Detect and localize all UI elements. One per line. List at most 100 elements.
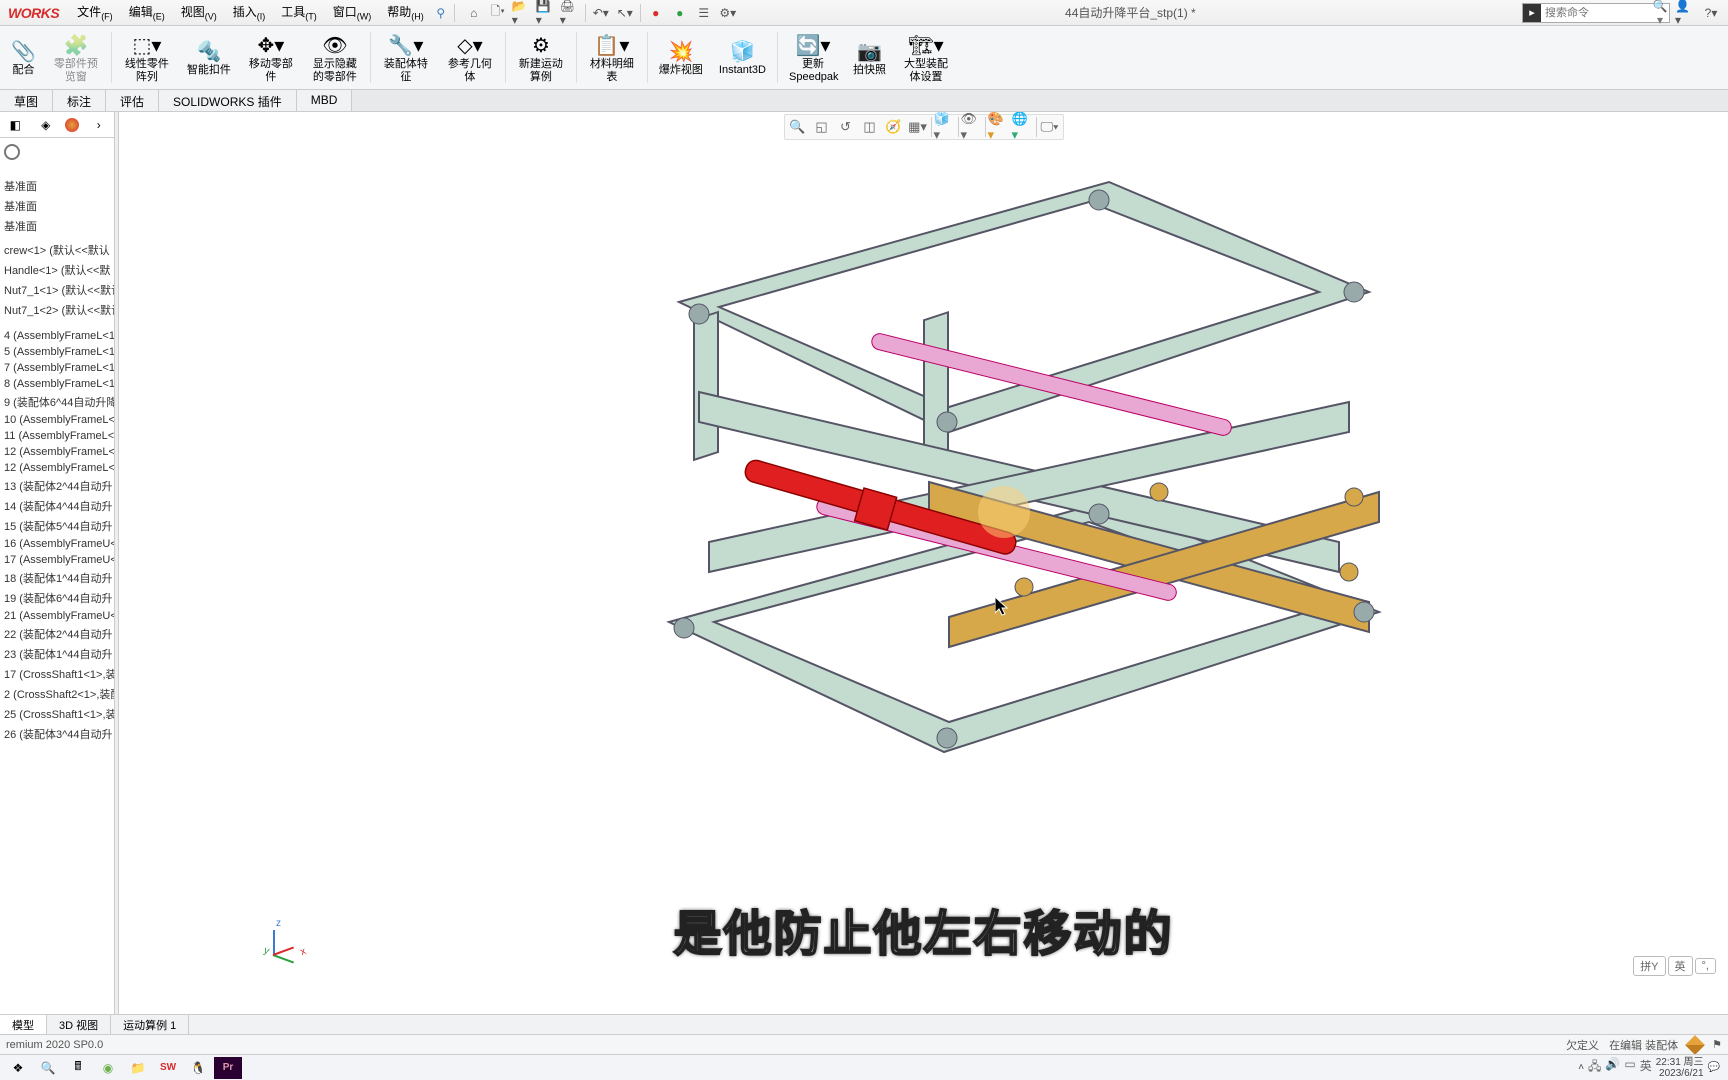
- tray-volume-icon[interactable]: 🔊: [1605, 1057, 1620, 1078]
- search-go-icon[interactable]: 🔍▾: [1651, 0, 1669, 27]
- section-view-icon[interactable]: ◫: [859, 117, 881, 137]
- tray-ime-icon[interactable]: 英: [1640, 1057, 1652, 1078]
- ribbon-new-motion[interactable]: ⚙新建运动算例: [510, 28, 572, 87]
- ribbon-instant3d[interactable]: 🧊Instant3D: [712, 28, 773, 87]
- new-icon[interactable]: 🗋▾: [487, 2, 509, 24]
- ribbon-bom[interactable]: 📋▾材料明细表: [581, 28, 643, 87]
- previous-view-icon[interactable]: ↺: [835, 117, 857, 137]
- status-flag-icon[interactable]: ⚑: [1712, 1038, 1722, 1051]
- menu-insert[interactable]: 插入(I): [227, 1, 272, 23]
- tree-item[interactable]: 4 (AssemblyFrameL<1: [0, 328, 114, 344]
- task-search-icon[interactable]: 🔍: [34, 1057, 62, 1079]
- rebuild-icon[interactable]: ●: [645, 2, 667, 24]
- tree-item[interactable]: Nut7_1<2> (默认<<默认: [0, 300, 114, 320]
- hide-show-items-icon[interactable]: 🧊▾: [934, 117, 956, 137]
- tray-notifications-icon[interactable]: 💬: [1708, 1062, 1720, 1073]
- ribbon-assembly-features[interactable]: 🔧▾装配体特征: [375, 28, 437, 87]
- tab-mbd[interactable]: MBD: [297, 90, 353, 111]
- task-browser-icon[interactable]: ◉: [94, 1057, 122, 1079]
- tab-evaluate[interactable]: 评估: [106, 90, 159, 111]
- home-icon[interactable]: ⌂: [463, 2, 485, 24]
- undo-icon[interactable]: ↶▾: [590, 2, 612, 24]
- tree-item[interactable]: 12 (AssemblyFrameL<: [0, 460, 114, 476]
- history-icon[interactable]: [4, 144, 20, 160]
- settings-icon[interactable]: ⚙▾: [717, 2, 739, 24]
- tree-item[interactable]: Nut7_1<1> (默认<<默认: [0, 280, 114, 300]
- tree-item[interactable]: 13 (装配体2^44自动升: [0, 476, 114, 496]
- print-icon[interactable]: 🖨▾: [559, 2, 581, 24]
- tree-item[interactable]: 基准面: [0, 216, 114, 236]
- menu-tools[interactable]: 工具(T): [275, 1, 323, 23]
- user-icon[interactable]: 👤▾: [1674, 2, 1696, 24]
- tab-sketch[interactable]: 草图: [0, 90, 53, 111]
- tab-plugins[interactable]: SOLIDWORKS 插件: [159, 90, 297, 111]
- fm-tab-design-tree[interactable]: ◧: [4, 114, 26, 136]
- tray-icons[interactable]: 🖧 🔊 ▭ 英: [1588, 1057, 1652, 1078]
- view-settings-icon[interactable]: 🌐▾: [1012, 117, 1034, 137]
- view-orientation-icon[interactable]: 🧭: [883, 117, 905, 137]
- menu-help[interactable]: 帮助(H): [381, 1, 430, 23]
- ribbon-smart-fastener[interactable]: 🔩智能扣件: [180, 28, 238, 87]
- tray-chevron-icon[interactable]: ˄: [1578, 1062, 1584, 1073]
- tree-item[interactable]: 18 (装配体1^44自动升: [0, 568, 114, 588]
- display-pane-icon[interactable]: 🖵▾: [1039, 117, 1061, 137]
- fm-tab-more[interactable]: ›: [88, 114, 110, 136]
- tree-item[interactable]: 基准面: [0, 176, 114, 196]
- task-qq-icon[interactable]: 🐧: [184, 1057, 212, 1079]
- tray-network-icon[interactable]: 🖧: [1588, 1057, 1601, 1078]
- ribbon-exploded-view[interactable]: 💥爆炸视图: [652, 28, 710, 87]
- tree-item[interactable]: 14 (装配体4^44自动升: [0, 496, 114, 516]
- menu-window[interactable]: 窗口(W): [327, 1, 378, 23]
- menu-view[interactable]: 视图(V): [175, 1, 223, 23]
- tree-item[interactable]: 12 (AssemblyFrameL<: [0, 444, 114, 460]
- tray-clock[interactable]: 22:31 周三2023/6/21: [1656, 1057, 1704, 1079]
- graphics-viewport[interactable]: 🔍 ◱ ↺ ◫ 🧭 ▦▾ 🧊▾ 👁▾ 🎨▾ 🌐▾ 🖵▾: [119, 112, 1728, 1034]
- pin-icon[interactable]: ⚲: [430, 2, 452, 24]
- menu-file[interactable]: 文件(F): [71, 1, 119, 23]
- ribbon-update-speedpak[interactable]: 🔄▾更新Speedpak: [782, 28, 844, 87]
- help-icon[interactable]: ?▾: [1700, 2, 1722, 24]
- start-button[interactable]: ❖: [4, 1057, 32, 1079]
- tree-item[interactable]: 17 (AssemblyFrameU<: [0, 552, 114, 568]
- tree-item[interactable]: 10 (AssemblyFrameL<: [0, 412, 114, 428]
- tree-item[interactable]: 基准面: [0, 196, 114, 216]
- select-icon[interactable]: ↖▾: [614, 2, 636, 24]
- orientation-triad[interactable]: [259, 924, 299, 964]
- tree-item[interactable]: 2 (CrossShaft2<1>,装配: [0, 684, 114, 704]
- tab-annotate[interactable]: 标注: [53, 90, 106, 111]
- apply-scene-icon[interactable]: 🎨▾: [988, 117, 1010, 137]
- feature-tree[interactable]: 基准面基准面基准面crew<1> (默认<<默认Handle<1> (默认<<默…: [0, 138, 114, 1034]
- zoom-area-icon[interactable]: ◱: [811, 117, 833, 137]
- tree-item[interactable]: 16 (AssemblyFrameU<: [0, 536, 114, 552]
- edit-sketch-icon[interactable]: [1685, 1035, 1705, 1055]
- tree-item[interactable]: 17 (CrossShaft1<1>,装: [0, 664, 114, 684]
- tree-item[interactable]: 9 (装配体6^44自动升降: [0, 392, 114, 412]
- zoom-fit-icon[interactable]: 🔍: [787, 117, 809, 137]
- ribbon-show-hidden[interactable]: 👁显示隐藏的零部件: [304, 28, 366, 87]
- ribbon-large-assembly[interactable]: 🏗▾大型装配体设置: [895, 28, 957, 87]
- tree-item[interactable]: 5 (AssemblyFrameL<1: [0, 344, 114, 360]
- rebuild2-icon[interactable]: ●: [669, 2, 691, 24]
- tree-item[interactable]: Handle<1> (默认<<默: [0, 260, 114, 280]
- motion-tab-study1[interactable]: 运动算例 1: [111, 1015, 189, 1034]
- fm-tab-config[interactable]: [65, 118, 79, 132]
- task-calc-icon[interactable]: 🖩: [64, 1057, 92, 1079]
- fm-tab-property[interactable]: ◈: [35, 114, 57, 136]
- task-solidworks-icon[interactable]: SW: [154, 1057, 182, 1079]
- tree-item[interactable]: 15 (装配体5^44自动升: [0, 516, 114, 536]
- tree-item[interactable]: 19 (装配体6^44自动升: [0, 588, 114, 608]
- ribbon-mate[interactable]: 📎配合: [4, 28, 43, 87]
- ribbon-linear-pattern[interactable]: ⬚▾线性零件阵列: [116, 28, 178, 87]
- tree-item[interactable]: 21 (AssemblyFrameU<: [0, 608, 114, 624]
- ribbon-reference-geometry[interactable]: ◇▾参考几何体: [439, 28, 501, 87]
- search-input[interactable]: [1541, 7, 1651, 19]
- options-icon[interactable]: ☰: [693, 2, 715, 24]
- motion-tab-3dview[interactable]: 3D 视图: [47, 1015, 111, 1034]
- tree-item[interactable]: 7 (AssemblyFrameL<1: [0, 360, 114, 376]
- tree-item[interactable]: 8 (AssemblyFrameL<1: [0, 376, 114, 392]
- display-style-icon[interactable]: ▦▾: [907, 117, 929, 137]
- ribbon-move-component[interactable]: ✥▾移动零部件: [240, 28, 302, 87]
- ime-indicator[interactable]: 拼Y英°,: [1633, 956, 1716, 976]
- menu-edit[interactable]: 编辑(E): [123, 1, 171, 23]
- open-icon[interactable]: 📂▾: [511, 2, 533, 24]
